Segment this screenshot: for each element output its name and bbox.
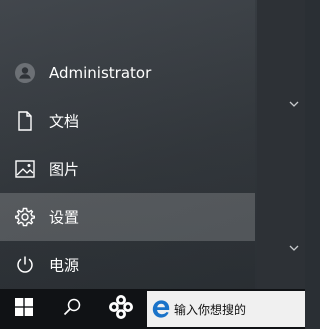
menu-item-documents[interactable]: 文档 <box>0 97 255 145</box>
menu-item-pictures[interactable]: 图片 <box>0 145 255 193</box>
document-icon <box>14 110 36 132</box>
menu-item-settings[interactable]: 设置 <box>0 193 255 241</box>
start-button[interactable] <box>0 289 48 329</box>
user-avatar-icon <box>14 62 36 84</box>
start-menu: Administrator 文档 图片 设置 电源 <box>0 0 305 289</box>
power-icon <box>14 254 36 276</box>
pictures-icon <box>14 158 36 180</box>
user-name: Administrator <box>49 64 152 82</box>
menu-item-label: 图片 <box>49 160 80 179</box>
search-icon <box>63 298 81 320</box>
menu-item-label: 文档 <box>49 112 80 131</box>
taskbar-search-box[interactable]: 输入你想搜的 <box>147 291 305 327</box>
menu-item-label: 设置 <box>49 208 80 227</box>
search-button[interactable] <box>48 289 96 329</box>
menu-item-label: 电源 <box>49 256 80 275</box>
pinwheel-app-icon <box>108 294 134 324</box>
edge-browser-icon <box>151 299 171 319</box>
chevron-down-icon[interactable] <box>283 96 305 112</box>
search-placeholder: 输入你想搜的 <box>174 303 247 317</box>
chevron-down-icon[interactable] <box>283 240 305 256</box>
windows-logo-icon <box>15 298 33 320</box>
settings-gear-icon <box>14 206 36 228</box>
user-account-button[interactable]: Administrator <box>0 49 255 97</box>
pinned-app-button[interactable] <box>97 289 145 329</box>
menu-item-power[interactable]: 电源 <box>0 241 255 289</box>
